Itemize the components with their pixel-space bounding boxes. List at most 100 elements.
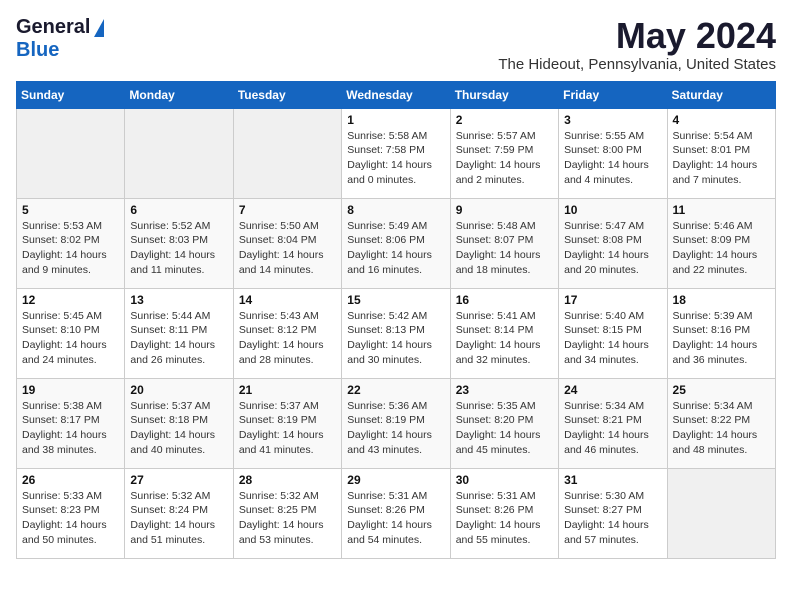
day-info: Sunrise: 5:53 AM Sunset: 8:02 PM Dayligh… xyxy=(22,219,119,278)
day-cell: 12 Sunrise: 5:45 AM Sunset: 8:10 PM Dayli… xyxy=(17,288,125,378)
day-header-thursday: Thursday xyxy=(450,81,558,108)
day-number: 24 xyxy=(564,383,661,397)
day-cell: 5 Sunrise: 5:53 AM Sunset: 8:02 PM Daylig… xyxy=(17,198,125,288)
day-cell: 2 Sunrise: 5:57 AM Sunset: 7:59 PM Daylig… xyxy=(450,108,558,198)
day-cell: 29 Sunrise: 5:31 AM Sunset: 8:26 PM Dayli… xyxy=(342,468,450,558)
day-info: Sunrise: 5:46 AM Sunset: 8:09 PM Dayligh… xyxy=(673,219,770,278)
day-cell: 17Sunrise: 5:40 AM Sunset: 8:15 PM Dayli… xyxy=(559,288,667,378)
day-number: 23 xyxy=(456,383,553,397)
day-info: Sunrise: 5:38 AM Sunset: 8:17 PM Dayligh… xyxy=(22,399,119,458)
day-info: Sunrise: 5:45 AM Sunset: 8:10 PM Dayligh… xyxy=(22,309,119,368)
day-cell: 26 Sunrise: 5:33 AM Sunset: 8:23 PM Dayli… xyxy=(17,468,125,558)
day-cell: 13 Sunrise: 5:44 AM Sunset: 8:11 PM Dayli… xyxy=(125,288,233,378)
day-number: 31 xyxy=(564,473,661,487)
day-info: Sunrise: 5:57 AM Sunset: 7:59 PM Dayligh… xyxy=(456,129,553,188)
day-cell: 25 Sunrise: 5:34 AM Sunset: 8:22 PM Dayli… xyxy=(667,378,775,468)
day-header-friday: Friday xyxy=(559,81,667,108)
day-number: 3 xyxy=(564,113,661,127)
day-info: Sunrise: 5:30 AM Sunset: 8:27 PM Dayligh… xyxy=(564,489,661,548)
day-number: 12 xyxy=(22,293,119,307)
day-info: Sunrise: 5:55 AM Sunset: 8:00 PM Dayligh… xyxy=(564,129,661,188)
day-number: 4 xyxy=(673,113,770,127)
day-info: Sunrise: 5:37 AM Sunset: 8:19 PM Dayligh… xyxy=(239,399,336,458)
day-cell: 15Sunrise: 5:42 AM Sunset: 8:13 PM Dayli… xyxy=(342,288,450,378)
day-info: Sunrise: 5:40 AM Sunset: 8:15 PM Dayligh… xyxy=(564,309,661,368)
day-header-tuesday: Tuesday xyxy=(233,81,341,108)
day-info: Sunrise: 5:58 AM Sunset: 7:58 PM Dayligh… xyxy=(347,129,444,188)
day-header-sunday: Sunday xyxy=(17,81,125,108)
day-number: 13 xyxy=(130,293,227,307)
day-number: 1 xyxy=(347,113,444,127)
day-info: Sunrise: 5:32 AM Sunset: 8:25 PM Dayligh… xyxy=(239,489,336,548)
day-cell xyxy=(667,468,775,558)
day-info: Sunrise: 5:32 AM Sunset: 8:24 PM Dayligh… xyxy=(130,489,227,548)
day-number: 29 xyxy=(347,473,444,487)
day-number: 10 xyxy=(564,203,661,217)
day-info: Sunrise: 5:36 AM Sunset: 8:19 PM Dayligh… xyxy=(347,399,444,458)
day-cell: 24Sunrise: 5:34 AM Sunset: 8:21 PM Dayli… xyxy=(559,378,667,468)
day-number: 16 xyxy=(456,293,553,307)
week-row-5: 26 Sunrise: 5:33 AM Sunset: 8:23 PM Dayli… xyxy=(17,468,776,558)
logo-general: General xyxy=(16,16,90,39)
day-number: 26 xyxy=(22,473,119,487)
day-cell: 16 Sunrise: 5:41 AM Sunset: 8:14 PM Dayli… xyxy=(450,288,558,378)
day-cell: 30Sunrise: 5:31 AM Sunset: 8:26 PM Dayli… xyxy=(450,468,558,558)
day-cell: 23Sunrise: 5:35 AM Sunset: 8:20 PM Dayli… xyxy=(450,378,558,468)
day-cell xyxy=(17,108,125,198)
day-header-monday: Monday xyxy=(125,81,233,108)
day-info: Sunrise: 5:50 AM Sunset: 8:04 PM Dayligh… xyxy=(239,219,336,278)
day-cell: 19Sunrise: 5:38 AM Sunset: 8:17 PM Dayli… xyxy=(17,378,125,468)
day-cell: 18 Sunrise: 5:39 AM Sunset: 8:16 PM Dayli… xyxy=(667,288,775,378)
logo-blue: Blue xyxy=(16,39,59,62)
day-info: Sunrise: 5:41 AM Sunset: 8:14 PM Dayligh… xyxy=(456,309,553,368)
day-header-wednesday: Wednesday xyxy=(342,81,450,108)
day-info: Sunrise: 5:31 AM Sunset: 8:26 PM Dayligh… xyxy=(456,489,553,548)
day-header-saturday: Saturday xyxy=(667,81,775,108)
day-number: 11 xyxy=(673,203,770,217)
day-number: 7 xyxy=(239,203,336,217)
day-info: Sunrise: 5:48 AM Sunset: 8:07 PM Dayligh… xyxy=(456,219,553,278)
day-cell xyxy=(233,108,341,198)
day-number: 25 xyxy=(673,383,770,397)
day-info: Sunrise: 5:39 AM Sunset: 8:16 PM Dayligh… xyxy=(673,309,770,368)
day-cell: 31 Sunrise: 5:30 AM Sunset: 8:27 PM Dayli… xyxy=(559,468,667,558)
day-cell: 7 Sunrise: 5:50 AM Sunset: 8:04 PM Daylig… xyxy=(233,198,341,288)
week-row-1: 1 Sunrise: 5:58 AM Sunset: 7:58 PM Daylig… xyxy=(17,108,776,198)
day-number: 21 xyxy=(239,383,336,397)
day-info: Sunrise: 5:49 AM Sunset: 8:06 PM Dayligh… xyxy=(347,219,444,278)
day-cell xyxy=(125,108,233,198)
week-row-4: 19Sunrise: 5:38 AM Sunset: 8:17 PM Dayli… xyxy=(17,378,776,468)
day-cell: 21 Sunrise: 5:37 AM Sunset: 8:19 PM Dayli… xyxy=(233,378,341,468)
day-info: Sunrise: 5:37 AM Sunset: 8:18 PM Dayligh… xyxy=(130,399,227,458)
logo: General Blue xyxy=(16,16,104,62)
week-row-2: 5 Sunrise: 5:53 AM Sunset: 8:02 PM Daylig… xyxy=(17,198,776,288)
day-info: Sunrise: 5:47 AM Sunset: 8:08 PM Dayligh… xyxy=(564,219,661,278)
day-cell: 14Sunrise: 5:43 AM Sunset: 8:12 PM Dayli… xyxy=(233,288,341,378)
header-row: SundayMondayTuesdayWednesdayThursdayFrid… xyxy=(17,81,776,108)
week-row-3: 12 Sunrise: 5:45 AM Sunset: 8:10 PM Dayli… xyxy=(17,288,776,378)
calendar-title: May 2024 xyxy=(498,16,776,56)
day-number: 15 xyxy=(347,293,444,307)
day-number: 2 xyxy=(456,113,553,127)
day-number: 27 xyxy=(130,473,227,487)
day-number: 14 xyxy=(239,293,336,307)
calendar-table: SundayMondayTuesdayWednesdayThursdayFrid… xyxy=(16,81,776,559)
title-block: May 2024 The Hideout, Pennsylvania, Unit… xyxy=(498,16,776,73)
day-number: 28 xyxy=(239,473,336,487)
day-info: Sunrise: 5:34 AM Sunset: 8:22 PM Dayligh… xyxy=(673,399,770,458)
day-number: 18 xyxy=(673,293,770,307)
day-number: 22 xyxy=(347,383,444,397)
day-cell: 1 Sunrise: 5:58 AM Sunset: 7:58 PM Daylig… xyxy=(342,108,450,198)
day-info: Sunrise: 5:31 AM Sunset: 8:26 PM Dayligh… xyxy=(347,489,444,548)
day-info: Sunrise: 5:52 AM Sunset: 8:03 PM Dayligh… xyxy=(130,219,227,278)
day-number: 5 xyxy=(22,203,119,217)
day-info: Sunrise: 5:33 AM Sunset: 8:23 PM Dayligh… xyxy=(22,489,119,548)
page-header: General Blue May 2024 The Hideout, Penns… xyxy=(16,16,776,73)
day-cell: 11 Sunrise: 5:46 AM Sunset: 8:09 PM Dayli… xyxy=(667,198,775,288)
day-number: 8 xyxy=(347,203,444,217)
day-info: Sunrise: 5:44 AM Sunset: 8:11 PM Dayligh… xyxy=(130,309,227,368)
day-cell: 6Sunrise: 5:52 AM Sunset: 8:03 PM Daylig… xyxy=(125,198,233,288)
day-cell: 3 Sunrise: 5:55 AM Sunset: 8:00 PM Daylig… xyxy=(559,108,667,198)
day-cell: 10 Sunrise: 5:47 AM Sunset: 8:08 PM Dayli… xyxy=(559,198,667,288)
day-number: 9 xyxy=(456,203,553,217)
